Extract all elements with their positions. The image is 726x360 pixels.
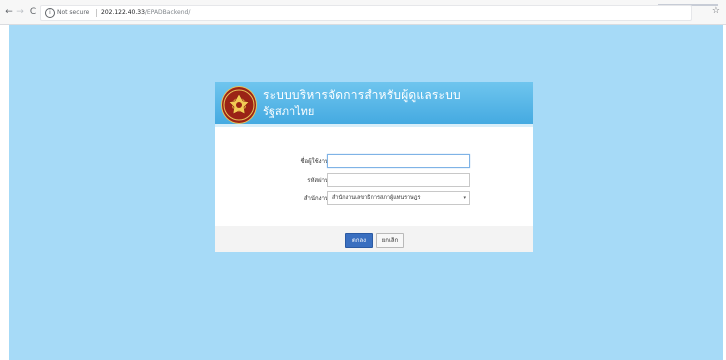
password-row: รหัสผ่าน :	[215, 173, 533, 189]
office-row: สำนักงาน : สำนักงานเลขาธิการสภาผู้แทนราษ…	[215, 191, 533, 207]
address-bar[interactable]: i Not secure 202.122.40.33/EPADBackend/	[40, 5, 692, 21]
browser-toolbar: ← → C i Not secure 202.122.40.33/EPADBac…	[0, 0, 726, 25]
login-panel: ระบบบริหารจัดการสำหรับผู้ดูแลระบบ รัฐสภา…	[215, 82, 533, 252]
login-header: ระบบบริหารจัดการสำหรับผู้ดูแลระบบ รัฐสภา…	[215, 82, 533, 127]
forward-icon[interactable]: →	[15, 7, 25, 17]
security-indicator[interactable]: Not secure	[57, 8, 89, 18]
url-text[interactable]: 202.122.40.33/EPADBackend/	[101, 8, 190, 18]
url-host: 202.122.40.33	[101, 9, 145, 16]
url-path: /EPADBackend/	[144, 9, 191, 16]
cancel-button[interactable]: ยกเลิก	[376, 233, 404, 248]
login-actions: ตกลง ยกเลิก	[215, 226, 533, 252]
system-subtitle: รัฐสภาไทย	[263, 105, 315, 118]
back-icon[interactable]: ←	[4, 7, 14, 17]
office-selected-value: สำนักงานเลขาธิการสภาผู้แทนราษฎร	[332, 195, 421, 201]
page-background: ระบบบริหารจัดการสำหรับผู้ดูแลระบบ รัฐสภา…	[9, 25, 723, 360]
system-title: ระบบบริหารจัดการสำหรับผู้ดูแลระบบ	[263, 88, 461, 102]
url-divider	[96, 9, 97, 17]
reload-icon[interactable]: C	[28, 7, 38, 17]
star-icon[interactable]: ☆	[712, 5, 720, 17]
info-icon[interactable]: i	[45, 8, 55, 18]
office-select[interactable]: สำนักงานเลขาธิการสภาผู้แทนราษฎร ▾	[327, 191, 470, 205]
password-field[interactable]	[327, 173, 470, 187]
username-field[interactable]	[327, 154, 470, 168]
parliament-emblem-icon	[221, 86, 257, 124]
dropdown-arrow-icon: ▾	[463, 195, 466, 201]
submit-button[interactable]: ตกลง	[345, 233, 373, 248]
username-row: ชื่อผู้ใช้งาน :	[215, 154, 533, 170]
